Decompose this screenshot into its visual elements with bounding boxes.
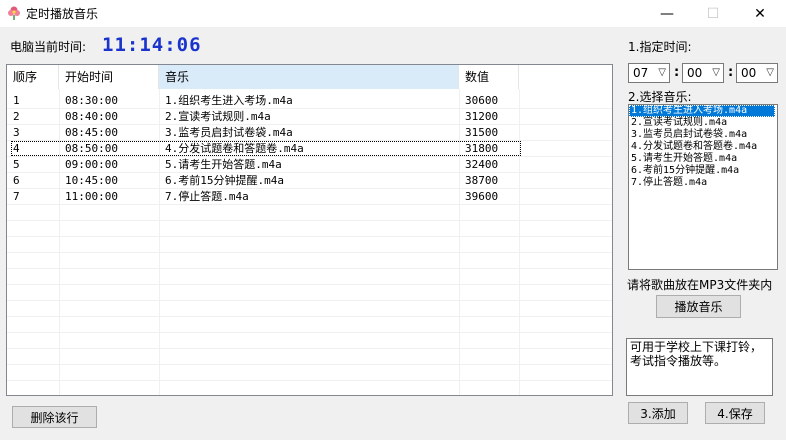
close-icon: ✕ — [754, 5, 766, 22]
grid-column-line — [519, 89, 520, 395]
music-list-item[interactable]: 5.请考生开始答题.m4a — [629, 153, 777, 165]
grid-row-line — [7, 252, 612, 253]
music-label: 2.选择音乐: — [628, 90, 692, 104]
grid-row-line — [7, 300, 612, 301]
hour-select[interactable]: 07 ▽ — [628, 63, 670, 83]
music-list-item[interactable]: 3.监考员启封试卷袋.m4a — [629, 129, 777, 141]
table-cell: 30600 — [465, 94, 499, 107]
column-header-music[interactable]: 音乐 — [159, 65, 459, 89]
table-cell: 32400 — [465, 158, 499, 171]
chevron-down-icon: ▽ — [658, 67, 666, 78]
mp3-folder-hint: 请将歌曲放在MP3文件夹内 — [627, 278, 773, 292]
chevron-down-icon: ▽ — [766, 67, 774, 78]
table-cell: 31200 — [465, 110, 499, 123]
table-cell: 3 — [13, 126, 20, 139]
grid-row-line — [7, 364, 612, 365]
table-cell: 08:50:00 — [65, 142, 118, 155]
add-button[interactable]: 3.添加 — [628, 402, 688, 424]
grid-row-line — [7, 236, 612, 237]
table-cell: 6.考前15分钟提醒.m4a — [165, 174, 284, 187]
grid-row-line — [7, 380, 612, 381]
table-cell: 7.停止答题.m4a — [165, 190, 249, 203]
column-header-start-time[interactable]: 开始时间 — [59, 65, 159, 89]
table-cell: 31800 — [465, 142, 499, 155]
maximize-button: ☐ — [690, 0, 736, 27]
music-list-item[interactable]: 1.组织考生进入考场.m4a — [629, 105, 775, 117]
minimize-button[interactable]: — — [644, 0, 690, 27]
table-cell: 4.分发试题卷和答题卷.m4a — [165, 142, 304, 155]
play-music-button[interactable]: 播放音乐 — [656, 295, 741, 318]
music-listbox[interactable]: 1.组织考生进入考场.m4a 2.宣读考试规则.m4a 3.监考员启封试卷袋.m4a… — [628, 104, 778, 270]
table-cell: 3.监考员启封试卷袋.m4a — [165, 126, 293, 139]
table-cell: 7 — [13, 190, 20, 203]
grid-row-line — [7, 332, 612, 333]
save-button[interactable]: 4.保存 — [705, 402, 765, 424]
minute-select[interactable]: 00 ▽ — [682, 63, 724, 83]
table-cell: 5.请考生开始答题.m4a — [165, 158, 282, 171]
clock-label: 电脑当前时间: — [10, 40, 87, 54]
music-list-item[interactable]: 6.考前15分钟提醒.m4a — [629, 165, 777, 177]
minimize-icon: — — [660, 5, 674, 22]
table-cell: 1 — [13, 94, 20, 107]
grid-row-line — [7, 348, 612, 349]
table-cell: 6 — [13, 174, 20, 187]
table-cell: 4 — [13, 142, 20, 155]
hour-value: 07 — [633, 66, 649, 80]
table-cell: 38700 — [465, 174, 499, 187]
flower-icon — [8, 6, 20, 20]
second-value: 00 — [741, 66, 757, 80]
time-colon: : — [674, 65, 680, 80]
music-list-item[interactable]: 7.停止答题.m4a — [629, 177, 777, 189]
minute-value: 00 — [687, 66, 703, 80]
delete-row-button[interactable]: 删除该行 — [12, 406, 97, 428]
time-label: 1.指定时间: — [628, 40, 692, 54]
schedule-table[interactable]: 顺序 开始时间 音乐 数值 1 08:30:00 1.组织考生进入考场.m4a 306… — [6, 64, 613, 396]
column-header-order[interactable]: 顺序 — [7, 65, 59, 89]
table-cell: 39600 — [465, 190, 499, 203]
grid-row-line — [7, 284, 612, 285]
table-cell: 31500 — [465, 126, 499, 139]
time-colon: : — [728, 65, 734, 80]
grid-row-line — [7, 220, 612, 221]
table-cell: 2 — [13, 110, 20, 123]
second-select[interactable]: 00 ▽ — [736, 63, 778, 83]
notes-textarea[interactable]: 可用于学校上下课打铃， 考试指令播放等。 — [626, 338, 773, 396]
table-cell: 08:30:00 — [65, 94, 118, 107]
table-cell: 1.组织考生进入考场.m4a — [165, 94, 293, 107]
chevron-down-icon: ▽ — [712, 67, 720, 78]
music-list-item[interactable]: 4.分发试题卷和答题卷.m4a — [629, 141, 777, 153]
maximize-icon: ☐ — [706, 5, 720, 22]
music-list-item[interactable]: 2.宣读考试规则.m4a — [629, 117, 777, 129]
column-header-value[interactable]: 数值 — [459, 65, 519, 89]
clock-value: 11:14:06 — [102, 34, 202, 56]
table-cell: 08:45:00 — [65, 126, 118, 139]
table-cell: 08:40:00 — [65, 110, 118, 123]
table-cell: 2.宣读考试规则.m4a — [165, 110, 271, 123]
grid-row-line — [7, 268, 612, 269]
grid-row-line — [7, 316, 612, 317]
table-cell: 10:45:00 — [65, 174, 118, 187]
table-cell: 09:00:00 — [65, 158, 118, 171]
window-title: 定时播放音乐 — [26, 7, 99, 21]
close-button[interactable]: ✕ — [737, 0, 783, 27]
table-cell: 11:00:00 — [65, 190, 118, 203]
table-cell: 5 — [13, 158, 20, 171]
